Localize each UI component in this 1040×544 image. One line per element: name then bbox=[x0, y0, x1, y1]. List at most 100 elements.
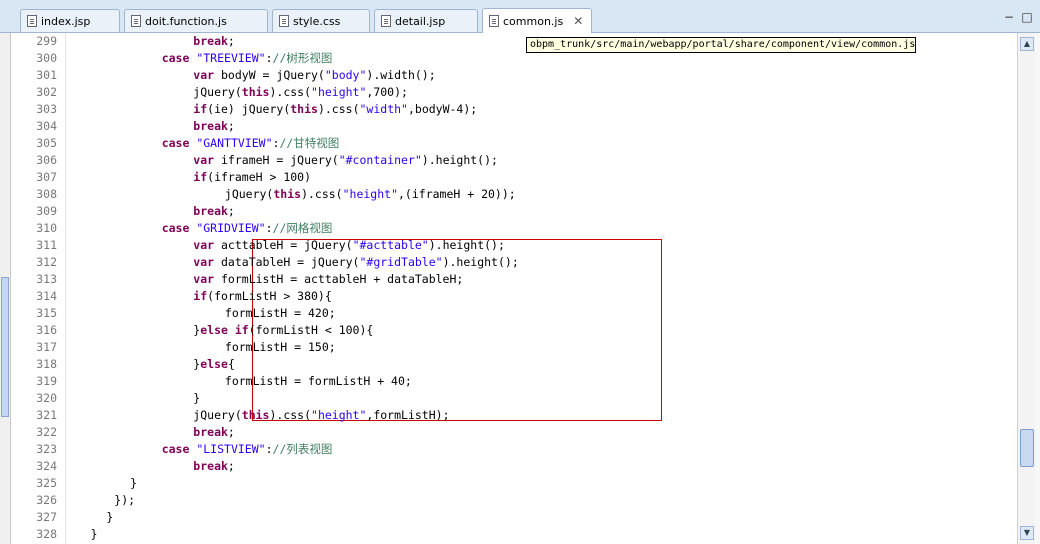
tab-label: style.css bbox=[293, 14, 341, 28]
code-line: jQuery(this).css("height",(iframeH + 20)… bbox=[225, 186, 516, 203]
line-number: 326 bbox=[36, 493, 57, 507]
code-text: (formListH > 380){ bbox=[207, 289, 332, 303]
code-line: case "GANTTVIEW"://甘特视图 bbox=[162, 135, 340, 152]
code-string: "width" bbox=[359, 102, 408, 116]
code-line: var iframeH = jQuery("#container").heigh… bbox=[193, 152, 498, 169]
code-line: break; bbox=[193, 33, 235, 50]
code-keyword: var bbox=[193, 238, 215, 252]
code-string: "GANTTVIEW" bbox=[196, 136, 273, 150]
tab-label: detail.jsp bbox=[395, 14, 446, 28]
code-keyword: case bbox=[161, 51, 190, 65]
code-line: formListH = 150; bbox=[225, 339, 336, 356]
code-text: acttableH = jQuery( bbox=[214, 238, 353, 252]
code-keyword: case bbox=[161, 442, 190, 456]
code-line: formListH = 420; bbox=[225, 305, 336, 322]
code-keyword: break bbox=[193, 34, 228, 48]
code-text: formListH = formListH + 40; bbox=[224, 374, 412, 388]
code-string: "GRIDVIEW" bbox=[196, 221, 266, 235]
tab-style-css[interactable]: style.css bbox=[272, 9, 370, 32]
tab-detail-jsp[interactable]: detail.jsp bbox=[374, 9, 478, 32]
code-text: jQuery( bbox=[193, 85, 242, 99]
code-string: "TREEVIEW" bbox=[196, 51, 266, 65]
code-text: ).css( bbox=[301, 187, 343, 201]
code-text: } bbox=[193, 391, 201, 405]
tab-label: common.js bbox=[503, 14, 564, 28]
code-line: var acttableH = jQuery("#acttable").heig… bbox=[193, 237, 505, 254]
code-text: formListH = 420; bbox=[224, 306, 336, 320]
code-keyword: break bbox=[193, 119, 228, 133]
code-string: "height" bbox=[311, 85, 367, 99]
code-line: } bbox=[106, 509, 113, 526]
annotation-gutter bbox=[0, 33, 11, 544]
tab-index-jsp[interactable]: index.jsp bbox=[20, 9, 120, 32]
code-keyword: var bbox=[193, 153, 215, 167]
code-line: case "GRIDVIEW"://网格视图 bbox=[162, 220, 333, 237]
code-text: dataTableH = jQuery( bbox=[214, 255, 360, 269]
overview-ruler bbox=[1035, 33, 1040, 544]
scrollbar-thumb[interactable] bbox=[1020, 429, 1034, 467]
code-line: if(formListH > 380){ bbox=[193, 288, 331, 305]
code-text: ).css( bbox=[269, 408, 312, 422]
code-keyword: case bbox=[161, 221, 190, 235]
close-tab-icon[interactable]: ✕ bbox=[573, 14, 583, 28]
vertical-scrollbar[interactable]: ▲ ▼ bbox=[1017, 33, 1036, 544]
tab-common-js[interactable]: common.js ✕ bbox=[482, 8, 592, 33]
line-number: 324 bbox=[36, 459, 57, 473]
code-line: case "TREEVIEW"://树形视图 bbox=[162, 50, 333, 67]
file-path-tooltip: obpm_trunk/src/main/webapp/portal/share/… bbox=[526, 37, 916, 53]
maximize-button[interactable]: □ bbox=[1020, 10, 1034, 24]
css-file-icon bbox=[279, 15, 289, 27]
code-line: if(iframeH > 100) bbox=[193, 169, 311, 186]
code-text: bodyW = jQuery( bbox=[214, 68, 325, 82]
code-keyword: this bbox=[241, 85, 270, 99]
code-keyword: var bbox=[193, 68, 215, 82]
code-text: formListH = acttableH + dataTableH; bbox=[214, 272, 464, 286]
line-number: 321 bbox=[36, 408, 57, 422]
line-number: 327 bbox=[36, 510, 57, 524]
code-comment: //甘特视图 bbox=[279, 136, 340, 150]
code-line: break; bbox=[193, 203, 235, 220]
code-text: ; bbox=[227, 459, 235, 473]
code-keyword: if bbox=[193, 289, 208, 303]
code-line: break; bbox=[193, 424, 235, 441]
code-string: "#acttable" bbox=[352, 238, 429, 252]
code-line: break; bbox=[193, 458, 235, 475]
tab-label: index.jsp bbox=[41, 14, 91, 28]
line-number: 310 bbox=[36, 221, 57, 235]
code-string: "#gridTable" bbox=[359, 255, 443, 269]
code-text: ).height(); bbox=[428, 238, 505, 252]
line-number: 325 bbox=[36, 476, 57, 490]
code-text: ,formListH); bbox=[366, 408, 450, 422]
tab-doit-function-js[interactable]: doit.function.js bbox=[124, 9, 268, 32]
code-keyword: this bbox=[241, 408, 270, 422]
code-line: }else if(formListH < 100){ bbox=[193, 322, 373, 339]
line-number: 309 bbox=[36, 204, 57, 218]
line-number: 305 bbox=[36, 136, 57, 150]
line-number: 312 bbox=[36, 255, 57, 269]
code-text: jQuery( bbox=[193, 408, 242, 422]
minimize-button[interactable]: − bbox=[1002, 10, 1016, 24]
jsp-file-icon bbox=[381, 15, 391, 27]
js-file-icon bbox=[131, 15, 141, 27]
code-text: }); bbox=[114, 493, 136, 507]
code-line: if(ie) jQuery(this).css("width",bodyW-4)… bbox=[193, 101, 477, 118]
js-file-icon bbox=[489, 15, 499, 27]
code-keyword: case bbox=[161, 136, 190, 150]
code-editor[interactable]: break; case "TREEVIEW"://树形视图 var bodyW = … bbox=[66, 33, 1016, 544]
code-text: ; bbox=[227, 34, 235, 48]
line-number-ruler: 299 300 301 302 303 304 305 306 307 308 309 310 311 3… bbox=[11, 33, 66, 544]
line-number: 302 bbox=[36, 85, 57, 99]
code-text: ).height(); bbox=[421, 153, 498, 167]
line-number: 301 bbox=[36, 68, 57, 82]
code-keyword: break bbox=[193, 425, 228, 439]
scroll-down-icon[interactable]: ▼ bbox=[1020, 526, 1034, 540]
line-number: 317 bbox=[36, 340, 57, 354]
gutter-marker bbox=[1, 277, 9, 417]
scroll-up-icon[interactable]: ▲ bbox=[1020, 37, 1034, 51]
code-line: var formListH = acttableH + dataTableH; bbox=[193, 271, 463, 288]
code-text: (ie) jQuery( bbox=[207, 102, 291, 116]
code-keyword: var bbox=[193, 255, 215, 269]
code-text: ,(iframeH + 20)); bbox=[398, 187, 516, 201]
jsp-file-icon bbox=[27, 15, 37, 27]
code-line: }else{ bbox=[193, 356, 235, 373]
